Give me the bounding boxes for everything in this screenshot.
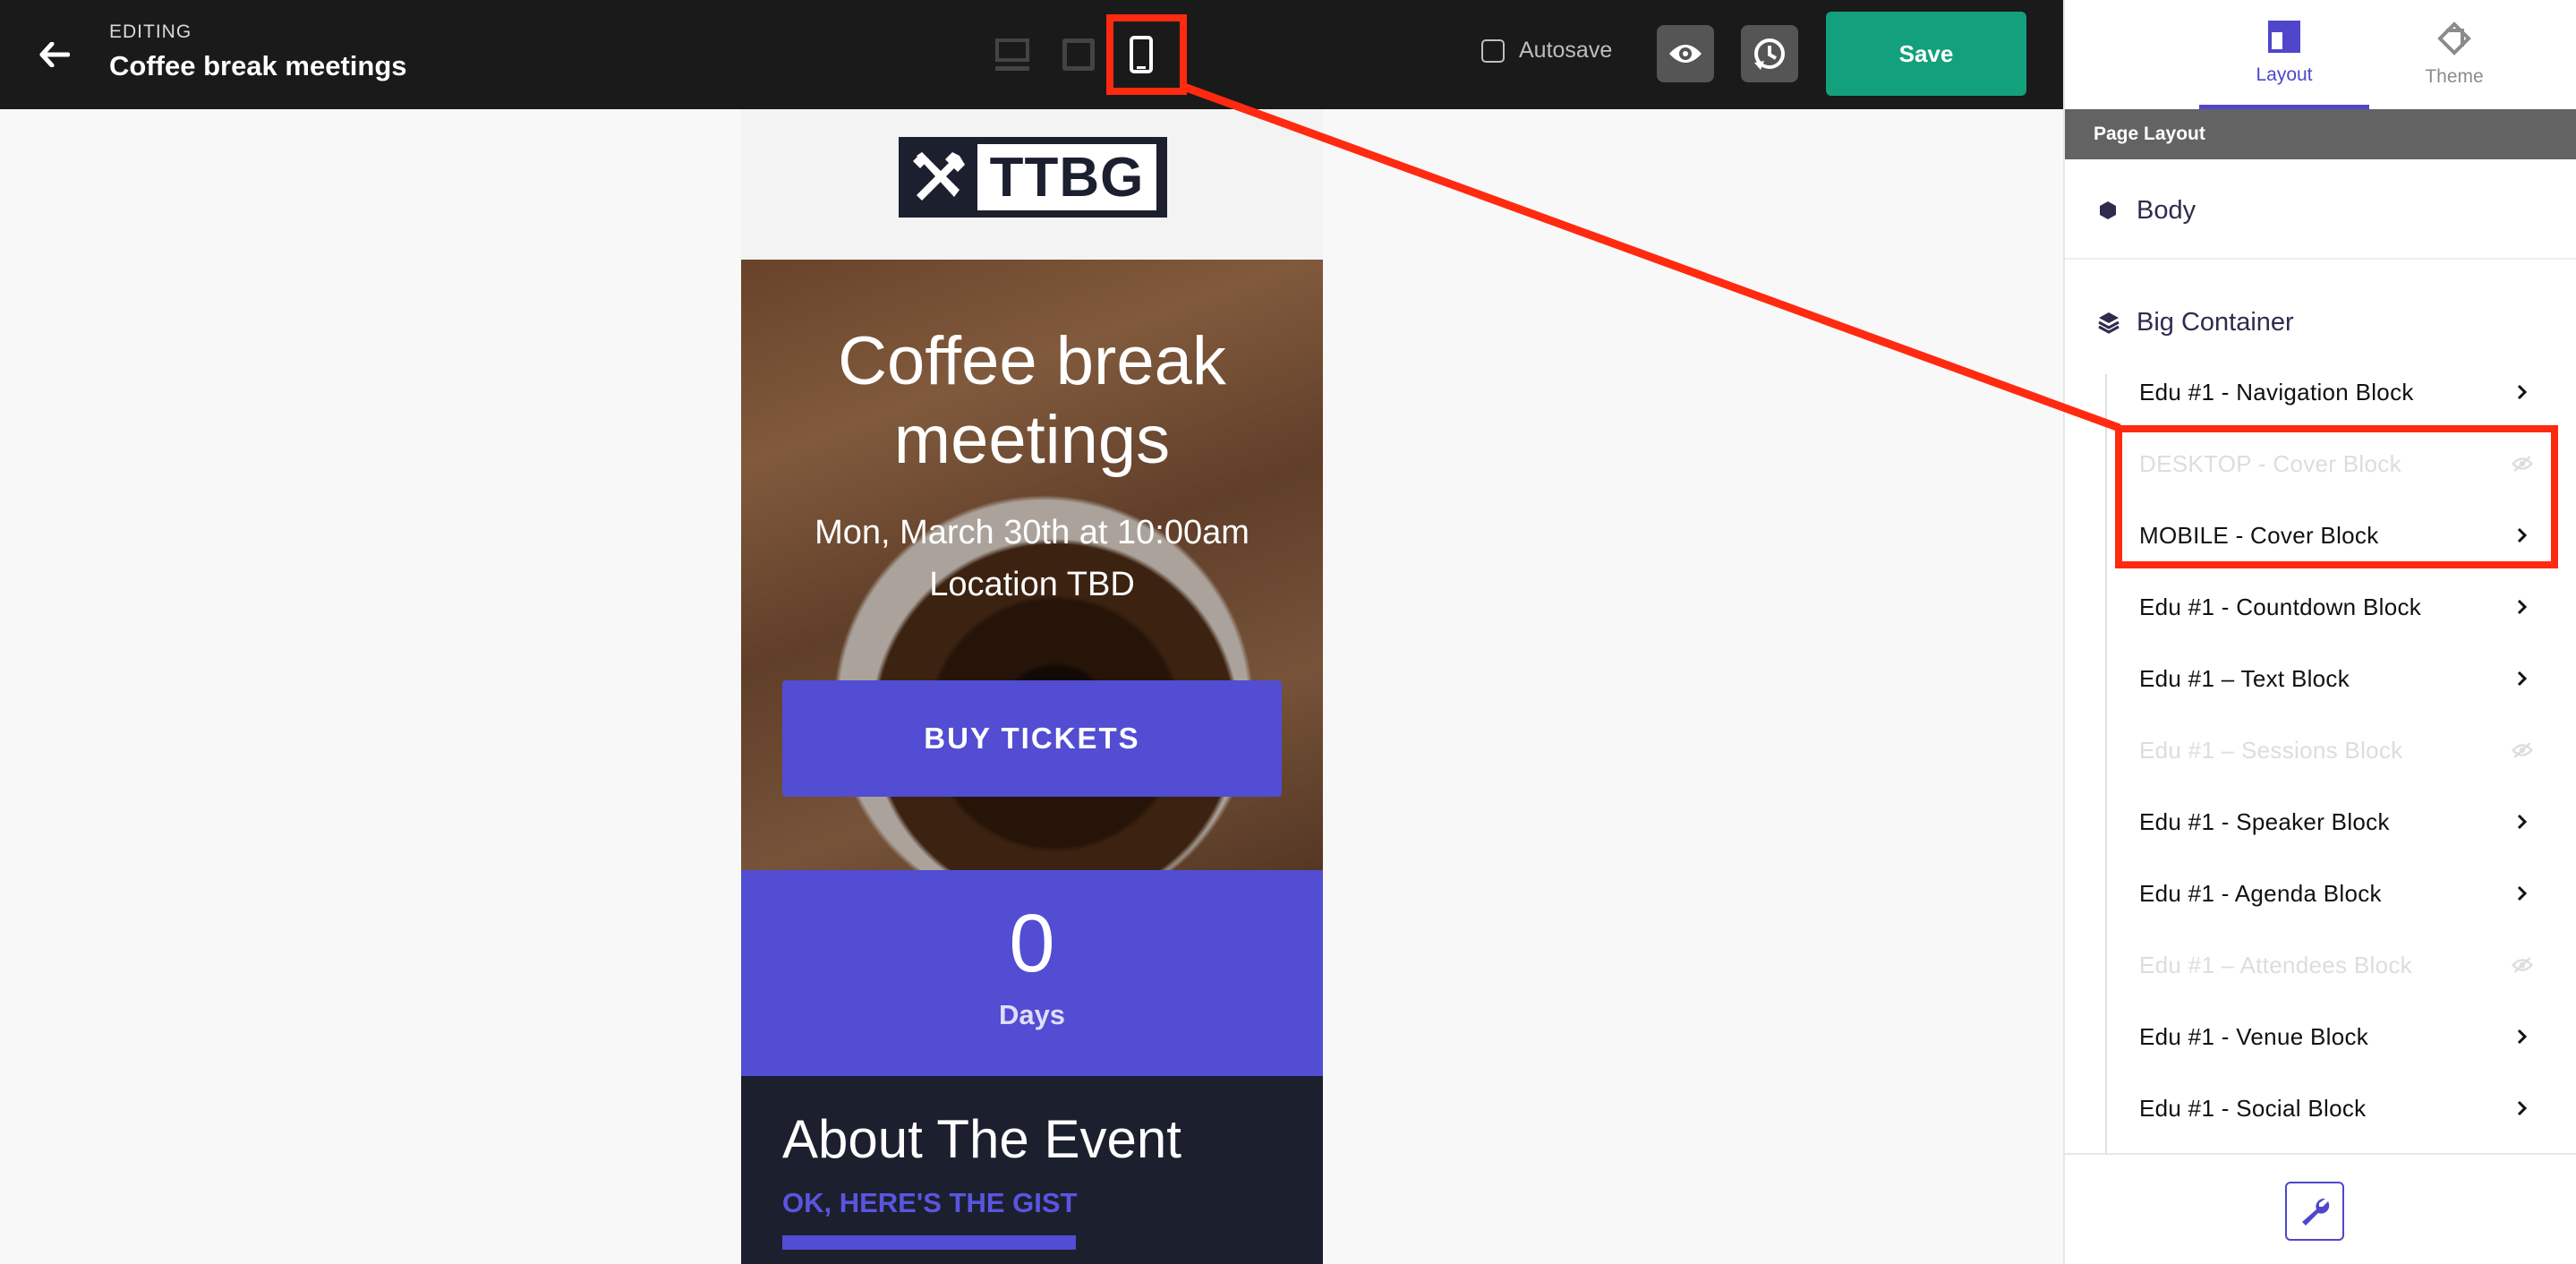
- divider: [2063, 1153, 2576, 1155]
- eye-icon: [1669, 45, 1702, 63]
- chevron-right-icon[interactable]: [2512, 668, 2533, 689]
- chevron-right-icon[interactable]: [2512, 811, 2533, 833]
- tree-body-label: Body: [2137, 195, 2196, 225]
- sidebar-tabs: Layout Theme: [2065, 0, 2576, 109]
- autosave-checkbox[interactable]: [1481, 38, 1505, 63]
- chevron-right-icon[interactable]: [2512, 883, 2533, 904]
- chevron-right-icon[interactable]: [2512, 1097, 2533, 1119]
- editing-label: EDITING: [109, 21, 192, 42]
- top-bar: EDITING Coffee break meetings Autosave S…: [0, 0, 2063, 109]
- cover-location: Location TBD: [929, 566, 1135, 603]
- chevron-right-icon[interactable]: [2512, 596, 2533, 618]
- tab-theme[interactable]: Theme: [2369, 0, 2539, 109]
- autosave-toggle[interactable]: Autosave: [1481, 38, 1612, 64]
- cover-block: Coffee break meetings Mon, March 30th at…: [741, 260, 1323, 870]
- block-item-label: Edu #1 – Sessions Block: [2139, 736, 2403, 764]
- tablet-icon: [1062, 38, 1095, 71]
- block-item[interactable]: Edu #1 – Attendees Block: [2139, 938, 2533, 992]
- block-item-label: Edu #1 - Venue Block: [2139, 1022, 2369, 1050]
- block-item[interactable]: Edu #1 - Countdown Block: [2139, 580, 2533, 634]
- save-button[interactable]: Save: [1826, 12, 2026, 96]
- logo-text: TTBG: [977, 144, 1156, 210]
- hexagon-icon: [2100, 201, 2116, 219]
- tree-big-container[interactable]: Big Container: [2065, 295, 2576, 349]
- block-item-label: Edu #1 - Navigation Block: [2139, 378, 2414, 406]
- ttbg-logo[interactable]: TTBG: [899, 137, 1167, 218]
- buy-tickets-button[interactable]: BUY TICKETS: [782, 680, 1282, 797]
- desktop-icon: [995, 38, 1029, 71]
- eye-slash-icon[interactable]: [2512, 739, 2533, 761]
- history-icon: [1754, 38, 1785, 70]
- section-header: Page Layout: [2065, 109, 2576, 159]
- tablet-view-button[interactable]: [1051, 27, 1106, 82]
- preview-button[interactable]: [1657, 25, 1714, 82]
- block-item[interactable]: Edu #1 - Agenda Block: [2139, 867, 2533, 920]
- tree-connector-line: [2105, 374, 2107, 1153]
- block-item-label: Edu #1 – Text Block: [2139, 664, 2350, 692]
- autosave-label: Autosave: [1519, 38, 1613, 63]
- block-item-label: Edu #1 - Agenda Block: [2139, 879, 2382, 907]
- tree-body[interactable]: Body: [2065, 184, 2576, 237]
- tab-theme-label: Theme: [2425, 66, 2484, 87]
- page-title: Coffee break meetings: [109, 50, 407, 81]
- history-button[interactable]: [1741, 25, 1798, 82]
- about-underline: [782, 1235, 1076, 1250]
- annotation-highlight-box: [1106, 14, 1187, 95]
- wrench-icon: [2302, 1198, 2330, 1226]
- layers-icon: [2098, 312, 2120, 334]
- desktop-view-button[interactable]: [985, 27, 1040, 82]
- cover-date: Mon, March 30th at 10:00am: [815, 514, 1250, 551]
- chevron-right-icon[interactable]: [2512, 1026, 2533, 1047]
- block-item-label: Edu #1 - Speaker Block: [2139, 807, 2390, 835]
- mobile-preview: TTBG Coffee break meetings Mon, March 30…: [741, 109, 1323, 1264]
- arrow-left-icon: [39, 42, 70, 67]
- block-item[interactable]: Edu #1 - Navigation Block: [2139, 365, 2533, 419]
- about-subtitle: OK, HERE'S THE GIST: [782, 1187, 1078, 1218]
- about-title: About The Event: [782, 1109, 1181, 1169]
- countdown-block: 0 Days: [741, 870, 1323, 1076]
- logo-area: TTBG: [741, 109, 1323, 260]
- block-item-label: Edu #1 - Countdown Block: [2139, 593, 2422, 620]
- back-button[interactable]: [32, 32, 77, 77]
- block-item[interactable]: Edu #1 – Text Block: [2139, 652, 2533, 705]
- layout-icon: [2268, 20, 2300, 53]
- tools-icon: [899, 137, 977, 218]
- block-item-label: Edu #1 - Social Block: [2139, 1094, 2367, 1122]
- block-item[interactable]: Edu #1 - Venue Block: [2139, 1010, 2533, 1063]
- countdown-label: Days: [998, 999, 1066, 1030]
- block-item[interactable]: Edu #1 - Speaker Block: [2139, 795, 2533, 849]
- tab-layout[interactable]: Layout: [2199, 0, 2369, 109]
- annotation-highlight-box: [2115, 425, 2558, 568]
- chevron-right-icon[interactable]: [2512, 381, 2533, 403]
- cover-title: Coffee break meetings: [838, 323, 1226, 478]
- divider: [2065, 258, 2576, 260]
- block-item[interactable]: Edu #1 – Sessions Block: [2139, 723, 2533, 777]
- about-block: About The Event OK, HERE'S THE GIST: [741, 1076, 1323, 1264]
- tab-layout-label: Layout: [2256, 64, 2313, 85]
- settings-button[interactable]: [2285, 1182, 2344, 1241]
- eye-slash-icon[interactable]: [2512, 954, 2533, 976]
- countdown-value: 0: [1009, 898, 1055, 989]
- block-item[interactable]: Edu #1 - Social Block: [2139, 1081, 2533, 1135]
- tree-big-container-label: Big Container: [2137, 307, 2294, 337]
- block-item-label: Edu #1 – Attendees Block: [2139, 951, 2412, 978]
- theme-icon: [2437, 21, 2471, 56]
